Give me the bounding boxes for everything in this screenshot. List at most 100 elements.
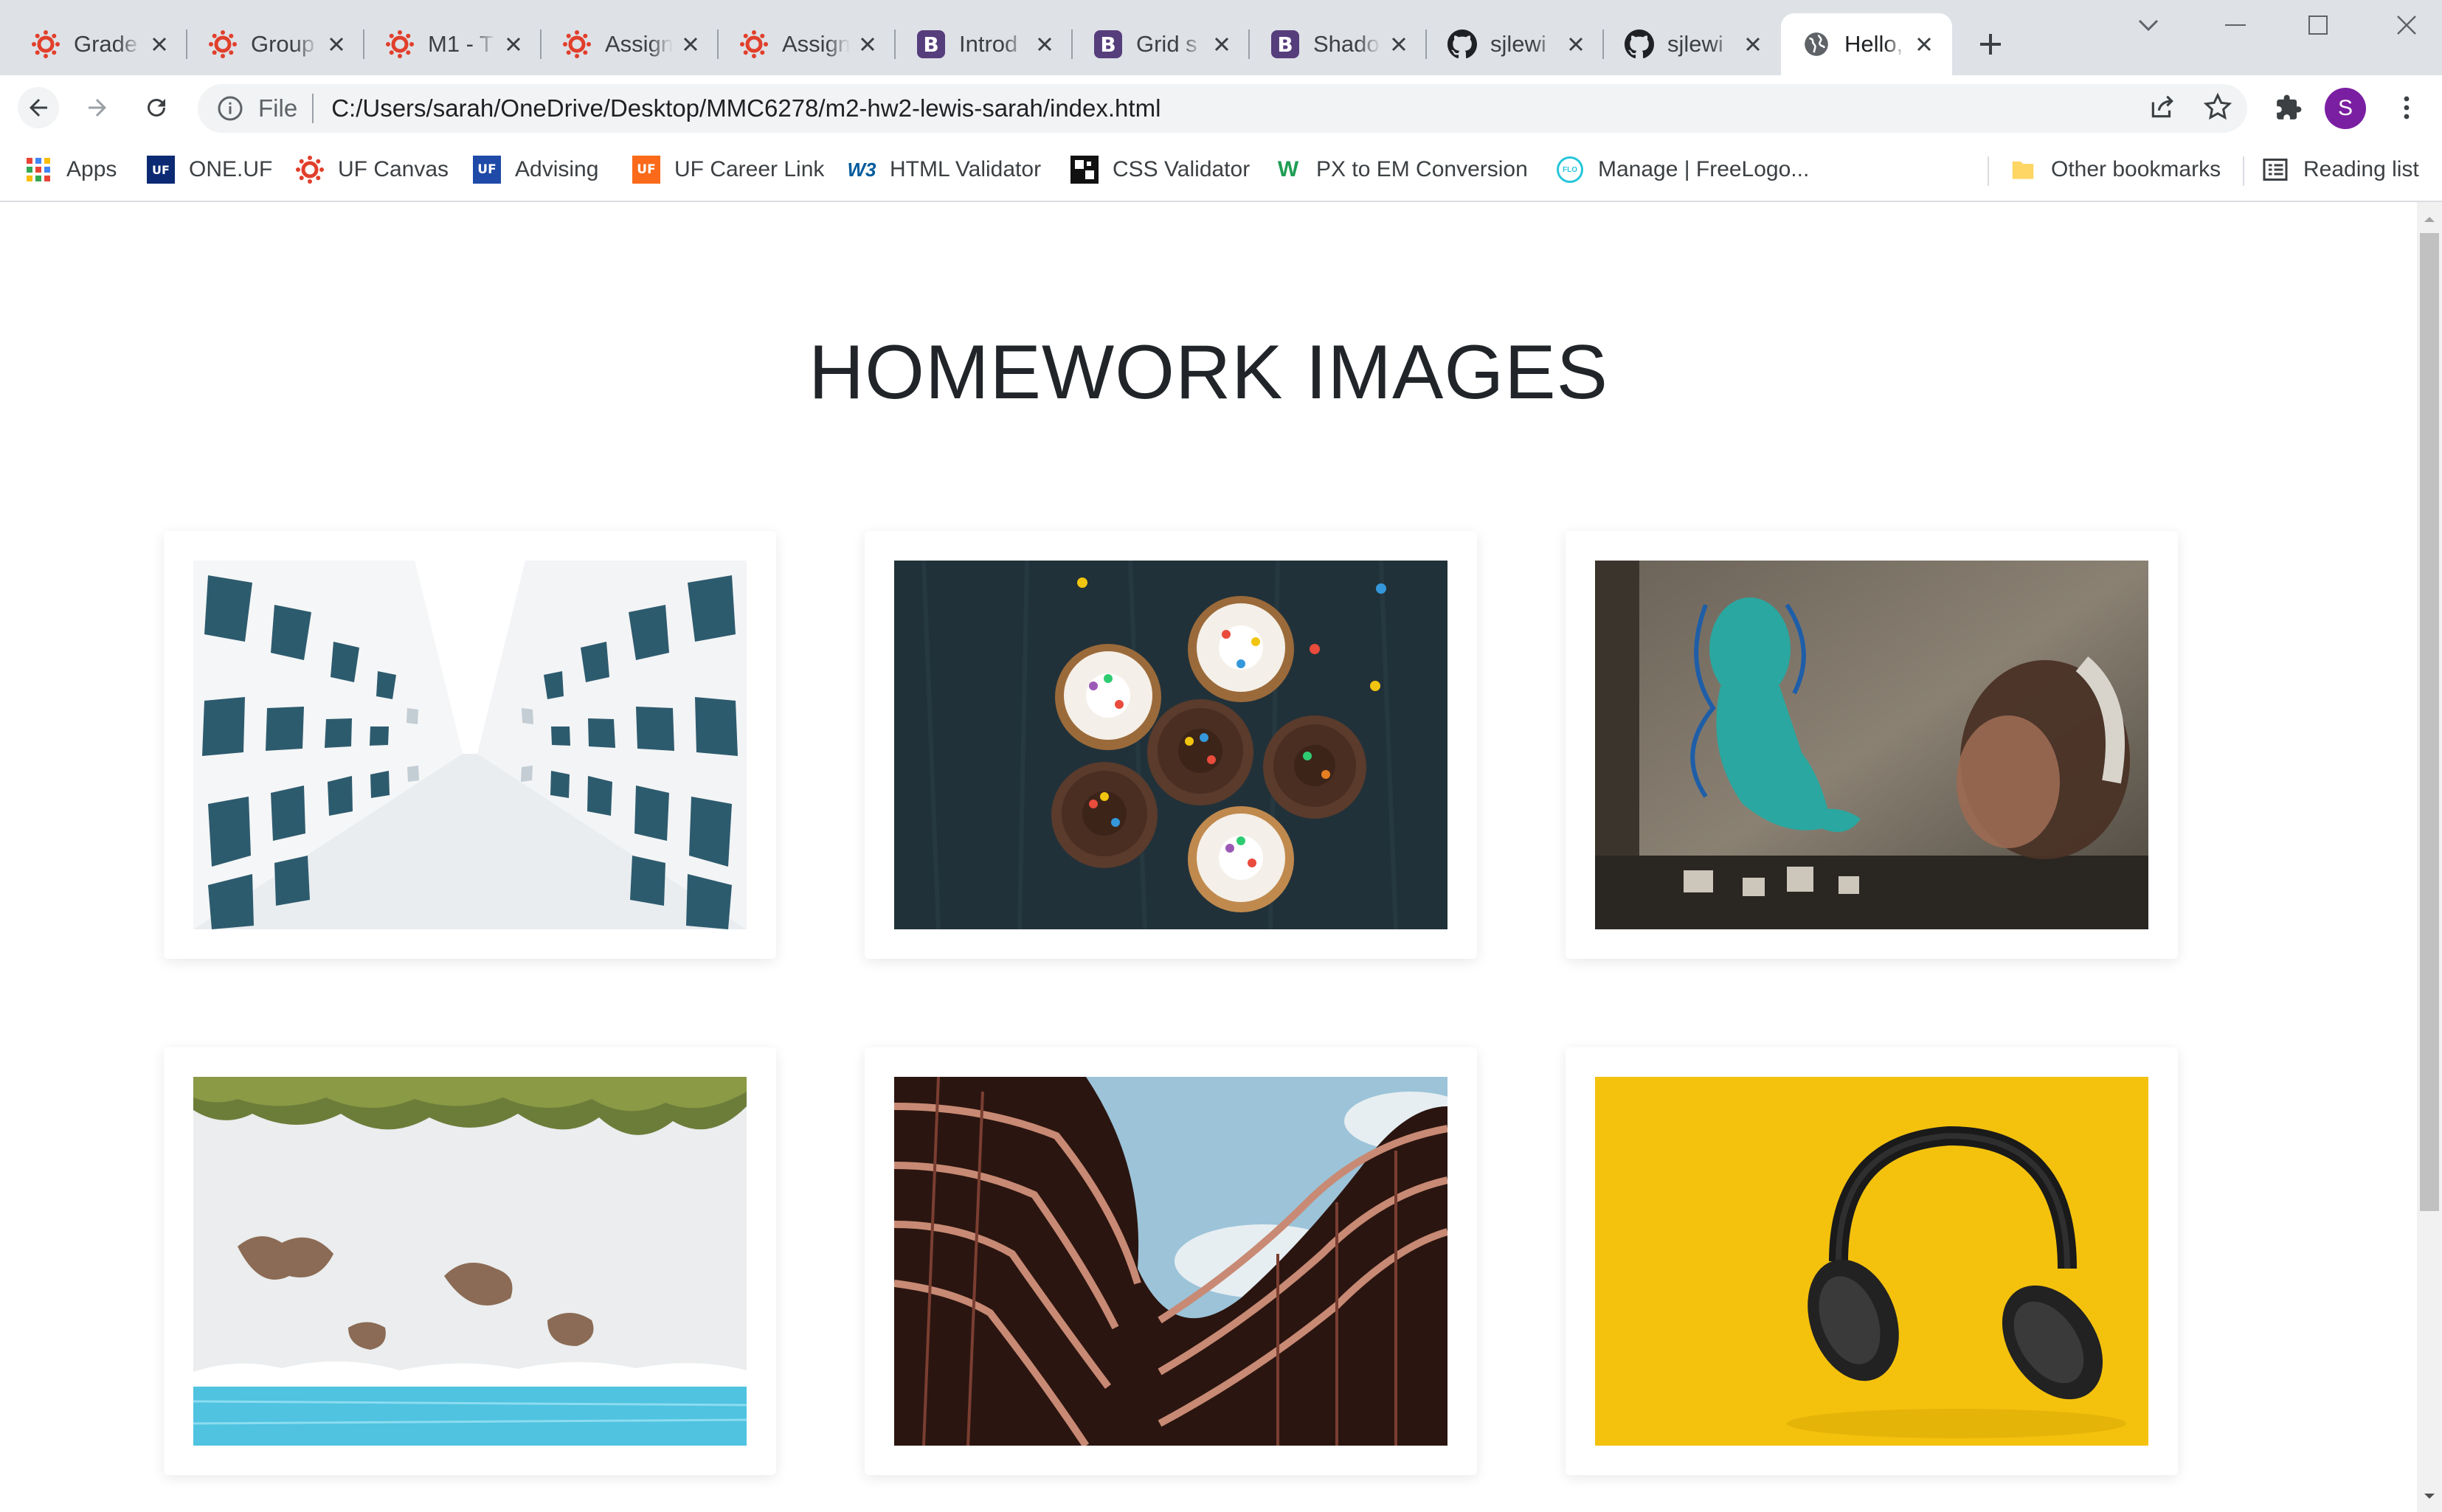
close-icon[interactable] [677, 31, 704, 58]
image-card [865, 531, 1477, 959]
canvas-icon [31, 30, 60, 59]
aerial-beach-image [193, 1077, 747, 1446]
close-icon[interactable] [1386, 31, 1412, 58]
close-icon[interactable] [1031, 31, 1058, 58]
tab-title: M1 - T [428, 31, 494, 57]
bookmark-freelogo[interactable]: FLO Manage | FreeLogo... [1555, 150, 1809, 189]
bookmark-uf-career-link[interactable]: UF UF Career Link [632, 150, 824, 189]
image-card [1566, 531, 2178, 959]
tab-title: sjlewi [1667, 31, 1723, 57]
more-menu-icon[interactable] [2386, 87, 2427, 128]
profile-avatar[interactable]: S [2325, 88, 2366, 129]
close-icon[interactable] [1911, 31, 1937, 58]
url-scheme: File [258, 94, 298, 122]
bookmark-px-to-em[interactable]: W PX to EM Conversion [1273, 150, 1528, 189]
uf-icon: UF [472, 155, 502, 184]
bootstrap-icon: B [1270, 30, 1300, 59]
reading-list-icon [2261, 155, 2290, 184]
image-card [1566, 1047, 2178, 1475]
tab-shadows[interactable]: B Shado [1250, 13, 1427, 75]
globe-icon [1802, 30, 1831, 59]
address-divider [312, 94, 314, 123]
image-card [164, 531, 776, 959]
bookmark-uf-canvas[interactable]: UF Canvas [295, 150, 449, 189]
street-art-image [1595, 561, 2148, 929]
bookmark-apps[interactable]: Apps [24, 150, 117, 189]
close-icon[interactable] [146, 31, 173, 58]
scroll-up-arrow-icon[interactable] [2417, 208, 2442, 230]
tab-m1[interactable]: M1 - T [364, 13, 542, 75]
address-bar[interactable]: File C:/Users/sarah/OneDrive/Desktop/MMC… [198, 84, 2247, 133]
close-icon[interactable] [323, 31, 350, 58]
close-icon[interactable] [1563, 31, 1589, 58]
apps-grid-icon [24, 155, 53, 184]
bookmarks-separator [1988, 156, 1989, 186]
reading-list-button[interactable]: Reading list [2261, 150, 2419, 189]
bookmark-label: Apps [66, 157, 117, 181]
scrollbar-thumb[interactable] [2420, 233, 2439, 1211]
tab-title: Grade [74, 31, 138, 57]
window-close-button[interactable] [2384, 10, 2429, 40]
bookmark-star-icon[interactable] [2203, 92, 2232, 125]
bookmark-other-bookmarks[interactable]: Other bookmarks [2008, 150, 2221, 189]
bookmark-label: HTML Validator [890, 157, 1042, 181]
bookmark-one-uf[interactable]: UF ONE.UF [146, 150, 272, 189]
tab-group[interactable]: Group [187, 13, 364, 75]
bookmark-label: ONE.UF [189, 157, 273, 181]
back-button[interactable] [18, 87, 59, 128]
reload-button[interactable] [136, 87, 177, 128]
maximize-button[interactable] [2296, 10, 2340, 40]
css-validator-icon [1070, 155, 1099, 184]
close-icon[interactable] [1740, 31, 1766, 58]
bookmark-css-validator[interactable]: CSS Validator [1070, 150, 1250, 189]
w3-icon: W3 [847, 158, 876, 181]
tab-title: Group [251, 31, 315, 57]
share-icon[interactable] [2148, 93, 2176, 125]
flo-icon: FLO [1555, 155, 1585, 184]
tab-hello-active[interactable]: Hello, [1781, 13, 1952, 75]
bookmark-label: Manage | FreeLogo... [1598, 157, 1810, 181]
bookmarks-bar: Apps UF ONE.UF UF Canvas UF Advising UF … [0, 140, 2442, 202]
page-title: HOMEWORK IMAGES [809, 330, 1608, 415]
image-card [164, 1047, 776, 1475]
bookmark-html-validator[interactable]: W3 HTML Validator [847, 150, 1042, 189]
minimize-button[interactable] [2213, 10, 2258, 40]
canvas-icon [385, 30, 415, 59]
scroll-down-arrow-icon[interactable] [2417, 1485, 2442, 1508]
tab-github-1[interactable]: sjlewi [1427, 13, 1604, 75]
forward-button[interactable] [77, 87, 118, 128]
headphones-image [1595, 1077, 2148, 1446]
page-viewport: HOMEWORK IMAGES [0, 202, 2417, 1512]
close-icon[interactable] [500, 31, 527, 58]
bootstrap-icon: B [1093, 30, 1123, 59]
tab-github-2[interactable]: sjlewi [1604, 13, 1781, 75]
tab-assign-2[interactable]: Assign [719, 13, 896, 75]
tab-grid-system[interactable]: B Grid s [1073, 13, 1250, 75]
extensions-icon[interactable] [2268, 87, 2309, 128]
tab-search-icon[interactable] [2126, 10, 2171, 40]
tab-title: Shado [1313, 31, 1380, 57]
tab-assign-1[interactable]: Assign [542, 13, 719, 75]
bookmark-label: UF Career Link [674, 157, 825, 181]
bookmark-advising[interactable]: UF Advising [472, 150, 598, 189]
url-text[interactable]: C:/Users/sarah/OneDrive/Desktop/MMC6278/… [331, 94, 1161, 122]
close-icon[interactable] [854, 31, 881, 58]
tab-title: Grid s [1136, 31, 1197, 57]
bookmark-label: Other bookmarks [2051, 157, 2221, 181]
bootstrap-icon: B [916, 30, 946, 59]
canvas-icon [739, 30, 769, 59]
tab-title: sjlewi [1490, 31, 1546, 57]
canvas-icon [295, 155, 325, 184]
cupcakes-image [894, 561, 1447, 929]
bookmarks-separator [2243, 156, 2244, 186]
new-tab-button[interactable] [1971, 25, 2010, 63]
info-icon[interactable] [214, 92, 246, 125]
close-icon[interactable] [1208, 31, 1235, 58]
one-uf-icon: UF [146, 155, 176, 184]
bookmark-label: Reading list [2303, 157, 2419, 181]
tab-grade[interactable]: Grade [10, 13, 187, 75]
vertical-scrollbar[interactable] [2417, 202, 2442, 1512]
tab-title: Assign [605, 31, 673, 57]
github-icon [1447, 30, 1477, 59]
tab-introduction[interactable]: B Introd [896, 13, 1073, 75]
